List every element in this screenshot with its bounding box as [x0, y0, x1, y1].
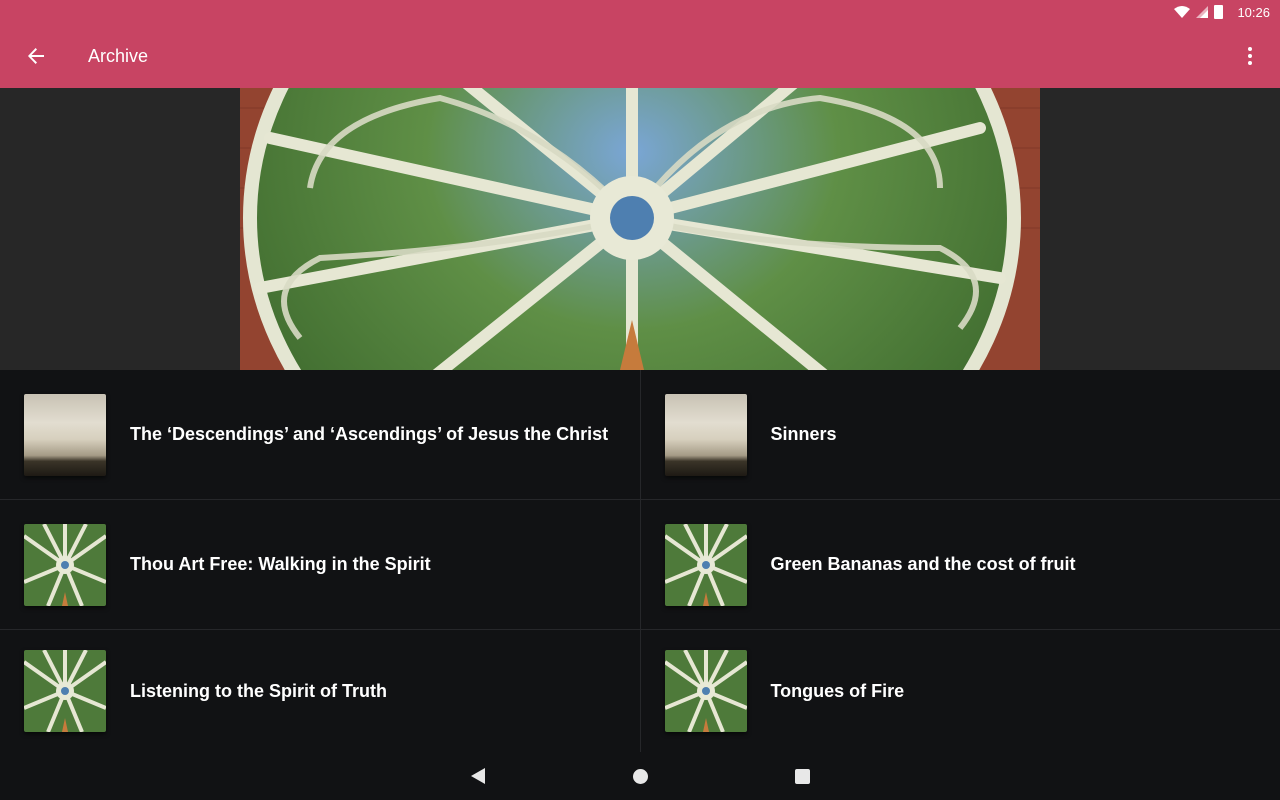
list-item-title: Tongues of Fire — [770, 680, 905, 701]
rose-window-thumbnail — [24, 523, 106, 606]
list-row: Thou Art Free: Walking in the Spirit Gre… — [0, 500, 1280, 630]
app-root: 10:26 Archive The ‘Descendings’ and ‘Asc… — [0, 0, 1280, 800]
rose-window-thumb-graphic — [24, 650, 106, 732]
signal-icon — [1196, 6, 1209, 18]
overflow-menu-icon — [1248, 47, 1252, 51]
list-item[interactable]: The ‘Descendings’ and ‘Ascendings’ of Je… — [0, 370, 641, 499]
wifi-icon — [1174, 6, 1191, 18]
rose-window-graphic — [240, 88, 1040, 370]
list-item[interactable]: Listening to the Spirit of Truth — [0, 630, 641, 752]
list-item-title: Thou Art Free: Walking in the Spirit — [130, 554, 431, 574]
list-item[interactable]: Green Bananas and the cost of fruit — [641, 500, 1280, 629]
arrow-back-icon — [28, 48, 44, 64]
nav-back-button[interactable] — [397, 752, 559, 800]
nav-home-icon — [632, 768, 648, 784]
overflow-menu-button[interactable] — [1232, 32, 1268, 80]
list-item[interactable]: Tongues of Fire — [641, 630, 1280, 752]
overflow-dot — [1248, 54, 1252, 58]
page-title: Archive — [88, 45, 149, 66]
status-clock: 10:26 — [1237, 4, 1270, 20]
nav-back-icon — [471, 768, 485, 784]
rose-window-thumbnail — [664, 523, 747, 606]
battery-icon — [1214, 5, 1224, 19]
rose-window-thumbnail — [24, 650, 106, 732]
status-bar: 10:26 — [0, 0, 1280, 24]
rose-window-thumbnail — [664, 650, 747, 732]
list-item-title: The ‘Descendings’ and ‘Ascendings’ of Je… — [130, 424, 609, 444]
app-bar: Archive — [0, 24, 1280, 88]
sky-thumbnail — [24, 393, 106, 476]
header-area — [0, 88, 1280, 370]
list-item-title: Sinners — [770, 424, 837, 444]
rose-window-thumb-graphic — [664, 650, 747, 732]
nav-recents-button[interactable] — [721, 752, 883, 800]
list-item-title: Green Bananas and the cost of fruit — [770, 554, 1076, 574]
archive-list: The ‘Descendings’ and ‘Ascendings’ of Je… — [0, 370, 1280, 752]
rose-window-image — [240, 88, 1040, 370]
list-item[interactable]: Thou Art Free: Walking in the Spirit — [0, 500, 641, 629]
list-row: Listening to the Spirit of Truth Tongues… — [0, 630, 1280, 752]
overflow-dot — [1248, 61, 1252, 65]
status-icons — [1174, 5, 1224, 19]
system-nav-bar — [0, 752, 1280, 800]
rose-window-thumb-graphic — [24, 523, 106, 606]
list-item[interactable]: Sinners — [641, 370, 1280, 499]
back-button[interactable] — [8, 28, 64, 84]
list-row: The ‘Descendings’ and ‘Ascendings’ of Je… — [0, 370, 1280, 500]
list-item-title: Listening to the Spirit of Truth — [130, 680, 387, 701]
nav-recents-icon — [794, 768, 810, 784]
rose-window-thumb-graphic — [664, 523, 747, 606]
nav-home-button[interactable] — [559, 752, 721, 800]
sky-thumbnail — [664, 393, 747, 476]
